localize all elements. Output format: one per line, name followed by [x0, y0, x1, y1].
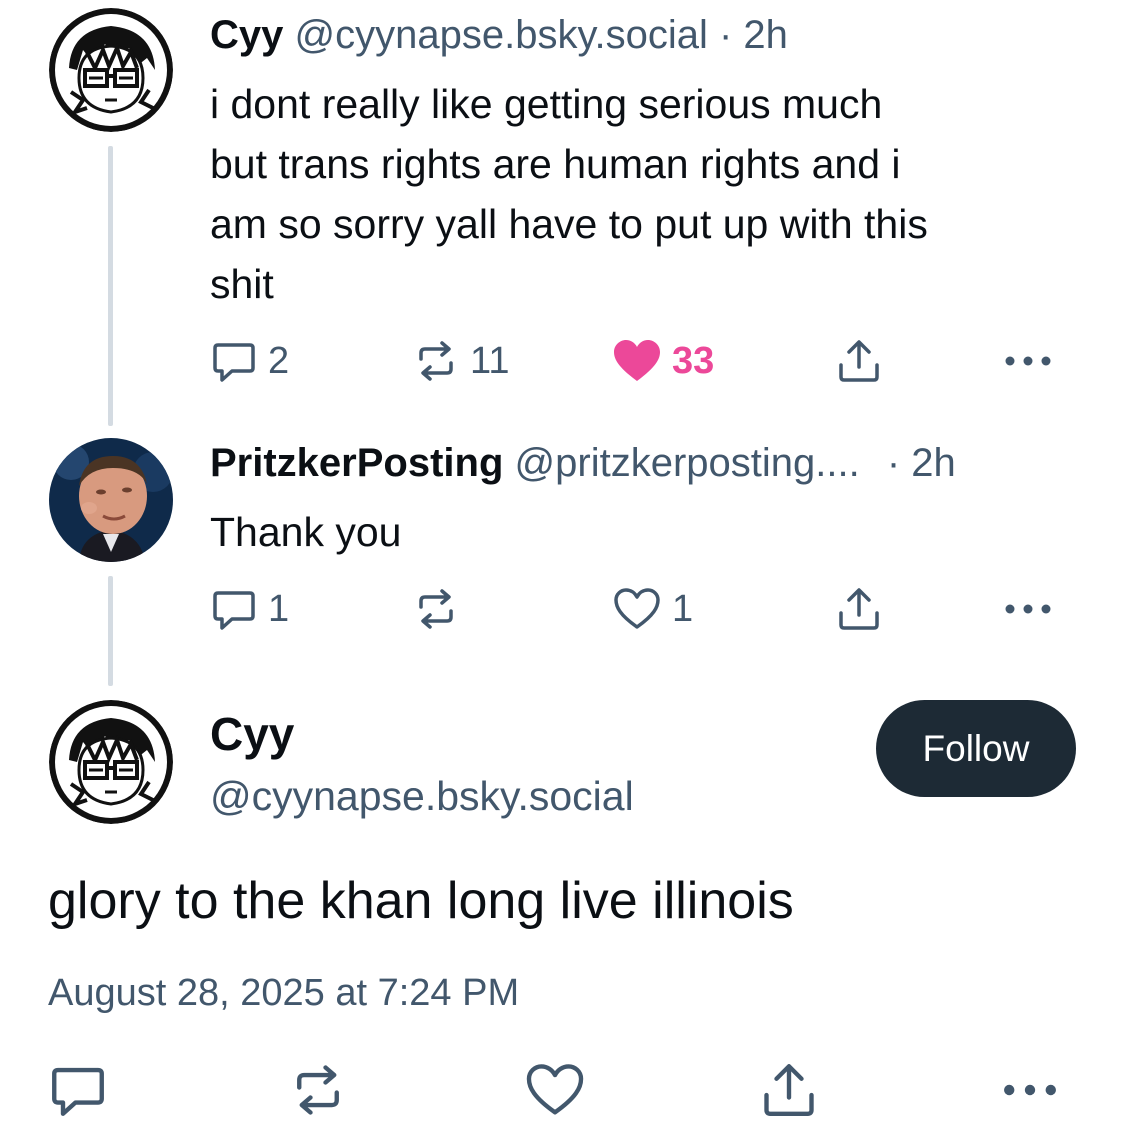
share-button[interactable]: [836, 584, 882, 634]
thread-line: [108, 576, 113, 686]
repost-count: 11: [470, 339, 510, 382]
like-button[interactable]: 1: [612, 584, 693, 634]
reply-count: 2: [268, 339, 290, 382]
post-time: · 2h: [719, 13, 788, 57]
post-text-line: i dont really like getting serious much: [210, 81, 883, 127]
reply-count: 1: [268, 587, 290, 630]
share-button[interactable]: [836, 336, 882, 386]
author-handle[interactable]: @pritzkerposting....: [515, 441, 860, 485]
speech-bubble-icon: [213, 343, 255, 382]
follow-button[interactable]: Follow: [876, 700, 1076, 797]
focus-post-actions: [48, 1060, 1088, 1120]
share-upload-icon: [839, 340, 879, 382]
post-header: PritzkerPosting @pritzkerposting.... · 2…: [210, 438, 956, 488]
avatar-cyy[interactable]: [49, 8, 173, 132]
avatar-pritzkerposting[interactable]: [49, 438, 173, 562]
author-handle[interactable]: @cyynapse.bsky.social: [295, 13, 708, 57]
reply-button[interactable]: 2: [210, 336, 289, 386]
repost-arrows-icon: [297, 1065, 339, 1115]
focus-author-name[interactable]: Cyy: [210, 706, 294, 762]
post-text-line: shit: [210, 261, 274, 307]
post-time: · 2h: [886, 441, 956, 485]
post-text-line: Thank you: [210, 509, 402, 555]
share-upload-icon: [839, 588, 879, 630]
heart-icon: [614, 340, 660, 381]
repost-arrows-icon: [419, 341, 453, 381]
author-name[interactable]: Cyy: [210, 13, 283, 57]
post-actions: 2 11 33: [210, 336, 1070, 386]
ellipsis-icon: [1005, 356, 1051, 366]
post-text[interactable]: i dont really like getting serious much …: [210, 74, 1090, 314]
focus-author-handle[interactable]: @cyynapse.bsky.social: [210, 770, 634, 822]
like-button[interactable]: [524, 1060, 586, 1120]
post-timestamp: August 28, 2025 at 7:24 PM: [48, 972, 520, 1014]
speech-bubble-icon: [213, 591, 255, 630]
post-header: Cyy @cyynapse.bsky.social · 2h: [210, 10, 788, 60]
ellipsis-icon: [1004, 1084, 1056, 1096]
repost-button[interactable]: [412, 584, 460, 634]
like-count: 33: [672, 339, 715, 382]
more-button[interactable]: [1002, 584, 1054, 634]
repost-arrows-icon: [419, 589, 453, 629]
focus-post-text: glory to the khan long live illinois: [48, 872, 794, 930]
repost-button[interactable]: 11: [412, 336, 509, 386]
speech-bubble-icon: [52, 1067, 104, 1116]
post-actions: 1 1: [210, 584, 1070, 634]
like-button[interactable]: 33: [612, 336, 714, 386]
share-upload-icon: [764, 1064, 814, 1116]
heart-icon: [614, 588, 660, 629]
post-text-line: am so sorry yall have to put up with thi…: [210, 201, 928, 247]
ellipsis-icon: [1005, 604, 1051, 614]
share-button[interactable]: [760, 1060, 818, 1120]
author-name[interactable]: PritzkerPosting: [210, 441, 503, 485]
more-button[interactable]: [1000, 1060, 1060, 1120]
heart-icon: [526, 1064, 584, 1115]
thread-line: [108, 146, 113, 426]
reply-button[interactable]: [48, 1060, 108, 1120]
like-count: 1: [672, 587, 694, 630]
post-text-line: but trans rights are human rights and i: [210, 141, 901, 187]
reply-button[interactable]: 1: [210, 584, 289, 634]
avatar-cyy-focus[interactable]: [49, 700, 173, 824]
repost-button[interactable]: [288, 1060, 348, 1120]
more-button[interactable]: [1002, 336, 1054, 386]
post-text[interactable]: Thank you: [210, 502, 1090, 562]
